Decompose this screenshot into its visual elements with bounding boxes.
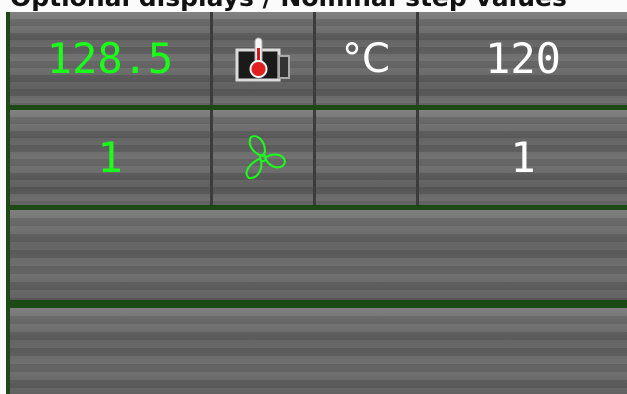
nominal-temperature-cell: 120 — [419, 12, 627, 105]
fan-unit-cell — [316, 110, 419, 205]
actual-temperature-value: 128.5 — [46, 33, 174, 83]
temperature-unit-cell: °C — [316, 12, 419, 105]
temperature-unit-label: °C — [342, 35, 390, 82]
heating-thermometer-icon — [235, 37, 290, 81]
temperature-row[interactable]: 128.5 °C 120 — [10, 12, 627, 105]
temperature-icon-cell — [213, 12, 316, 105]
actual-temperature-cell: 128.5 — [10, 12, 213, 105]
fan-row[interactable]: 1 1 — [10, 110, 627, 205]
empty-row-3[interactable] — [10, 210, 627, 300]
fan-icon — [245, 134, 287, 179]
page-title: Optional displays / Nominal step values — [10, 0, 567, 12]
actual-fan-value: 1 — [97, 132, 123, 182]
actual-fan-cell: 1 — [10, 110, 213, 205]
display-panel: 128.5 °C 120 1 1 — [6, 12, 627, 394]
nominal-fan-value: 1 — [510, 132, 536, 182]
header-bar: Optional displays / Nominal step values — [0, 0, 627, 12]
fan-icon-cell — [213, 110, 316, 205]
nominal-fan-cell: 1 — [419, 110, 627, 205]
empty-row-4[interactable] — [10, 308, 627, 394]
nominal-temperature-value: 120 — [485, 33, 561, 83]
